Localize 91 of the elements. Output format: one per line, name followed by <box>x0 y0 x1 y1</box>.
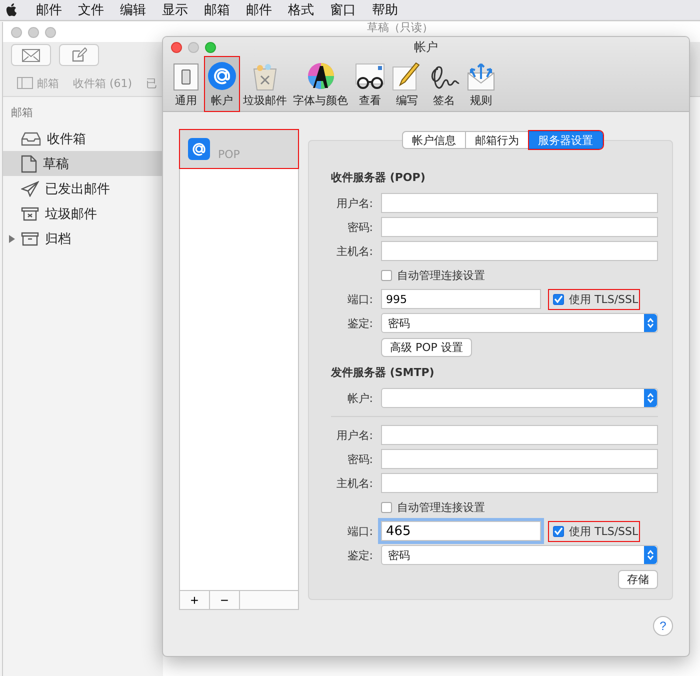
port-field[interactable]: 995 <box>381 289 541 309</box>
tls-checkbox[interactable]: 使用 TLS/SSL <box>549 522 640 540</box>
close-icon[interactable] <box>171 42 182 52</box>
window-title: 帐户 <box>414 38 438 56</box>
window-control-icon[interactable] <box>11 26 22 38</box>
preferences-tab[interactable]: 签名 <box>426 57 462 111</box>
field-label: 用户名: <box>336 196 373 210</box>
field-label: 鉴定: <box>347 316 373 330</box>
switch-icon <box>173 63 199 91</box>
sidebar-item[interactable]: 收件箱 <box>3 126 163 151</box>
glasses-letter-icon <box>354 63 386 91</box>
field-label: 端口: <box>347 524 373 538</box>
menu-item[interactable]: 格式 <box>280 1 322 19</box>
input-field[interactable] <box>381 217 658 237</box>
field-label: 用户名: <box>336 428 373 442</box>
preferences-tab[interactable]: 查看 <box>352 57 388 111</box>
checkbox-option[interactable]: 自动管理连接设置 <box>381 268 485 282</box>
field-label: 帐户: <box>347 392 373 404</box>
menu-item[interactable]: 显示 <box>154 1 196 19</box>
sidebar-icon[interactable] <box>17 77 33 89</box>
disclosure-icon[interactable] <box>9 234 15 242</box>
checkmark-icon <box>554 295 563 303</box>
help-button[interactable]: ? <box>653 616 673 636</box>
get-mail-button[interactable] <box>11 44 51 66</box>
archive-box-icon <box>21 232 39 246</box>
preferences-tab[interactable]: 编写 <box>390 57 424 111</box>
account-list-button[interactable]: + <box>180 591 210 609</box>
up-down-arrows-icon <box>647 550 654 560</box>
preferences-tab[interactable]: 帐户 <box>205 57 239 111</box>
compose-icon <box>71 47 87 63</box>
menu-item[interactable]: 编辑 <box>112 1 154 19</box>
up-down-arrows-icon <box>647 318 654 328</box>
at-sign-icon <box>207 61 237 91</box>
minimize-icon[interactable] <box>188 42 199 52</box>
sidebar-item[interactable]: 草稿 <box>3 151 163 176</box>
input-field[interactable] <box>381 449 658 469</box>
apple-logo-icon[interactable] <box>6 3 18 17</box>
menu-item[interactable]: 文件 <box>70 1 112 19</box>
field-label: 密码: <box>347 220 373 234</box>
menu-item[interactable]: 窗口 <box>322 1 364 19</box>
menu-item[interactable]: 邮件 <box>28 1 70 19</box>
up-down-arrows-icon <box>647 393 654 403</box>
segment-tab[interactable]: 帐户信息 <box>402 131 466 149</box>
at-sign-icon <box>188 138 210 160</box>
envelope-arrows-icon <box>466 61 496 91</box>
dropdown[interactable] <box>381 388 658 408</box>
segment-tab[interactable]: 邮箱行为 <box>466 131 529 149</box>
field-label: 端口: <box>347 292 373 306</box>
dropdown[interactable]: 密码 <box>381 545 658 565</box>
preferences-tab[interactable]: 规则 <box>464 57 498 111</box>
trash-box-icon <box>21 206 39 220</box>
menu-item[interactable]: 帮助 <box>364 1 406 19</box>
section-heading: 发件服务器 (SMTP) <box>330 365 436 380</box>
window-title: 草稿（只读） <box>367 22 433 34</box>
compose-button[interactable] <box>59 44 99 66</box>
menu-item[interactable]: 邮件 <box>238 1 280 19</box>
preferences-tab[interactable]: 通用 <box>169 57 203 111</box>
input-field[interactable] <box>381 425 658 445</box>
advanced-settings-button[interactable]: 高级 POP 设置 <box>381 338 472 356</box>
inbox-icon <box>21 132 41 146</box>
section-heading: 收件服务器 (POP) <box>330 170 426 185</box>
menu-item[interactable]: 邮箱 <box>196 1 238 19</box>
pencil-paper-icon <box>392 61 422 91</box>
preferences-tab[interactable]: 垃圾邮件 <box>241 57 289 111</box>
dropdown[interactable]: 密码 <box>381 313 658 333</box>
sidebar-header: 邮箱 <box>10 105 34 121</box>
input-field[interactable] <box>381 193 658 213</box>
color-wheel-icon <box>306 61 336 91</box>
sidebar-item[interactable]: 归档 <box>3 226 163 251</box>
sidebar-item[interactable]: 垃圾邮件 <box>3 201 163 226</box>
zoom-icon[interactable] <box>205 42 216 52</box>
paper-plane-icon <box>21 180 39 196</box>
port-field[interactable]: 465 <box>381 521 541 541</box>
sidebar-item[interactable]: 已发出邮件 <box>3 176 163 201</box>
field-label: 主机名: <box>336 244 373 258</box>
document-icon <box>21 154 37 172</box>
envelope-icon <box>22 48 40 62</box>
input-field[interactable] <box>381 241 658 261</box>
checkbox-option[interactable]: 自动管理连接设置 <box>381 500 485 514</box>
window-control-icon[interactable] <box>28 26 39 38</box>
segment-tab[interactable]: 服务器设置 <box>529 131 603 149</box>
field-label: 主机名: <box>336 476 373 490</box>
checkmark-icon <box>554 527 563 535</box>
tls-checkbox[interactable]: 使用 TLS/SSL <box>549 290 640 308</box>
field-label: 鉴定: <box>347 548 373 562</box>
window-control-icon[interactable] <box>45 26 56 38</box>
account-list-button[interactable]: − <box>210 591 240 609</box>
input-field[interactable] <box>381 473 658 493</box>
preferences-tab[interactable]: 字体与颜色 <box>291 57 350 111</box>
field-label: 密码: <box>347 452 373 466</box>
save-button[interactable]: 存储 <box>618 570 658 588</box>
